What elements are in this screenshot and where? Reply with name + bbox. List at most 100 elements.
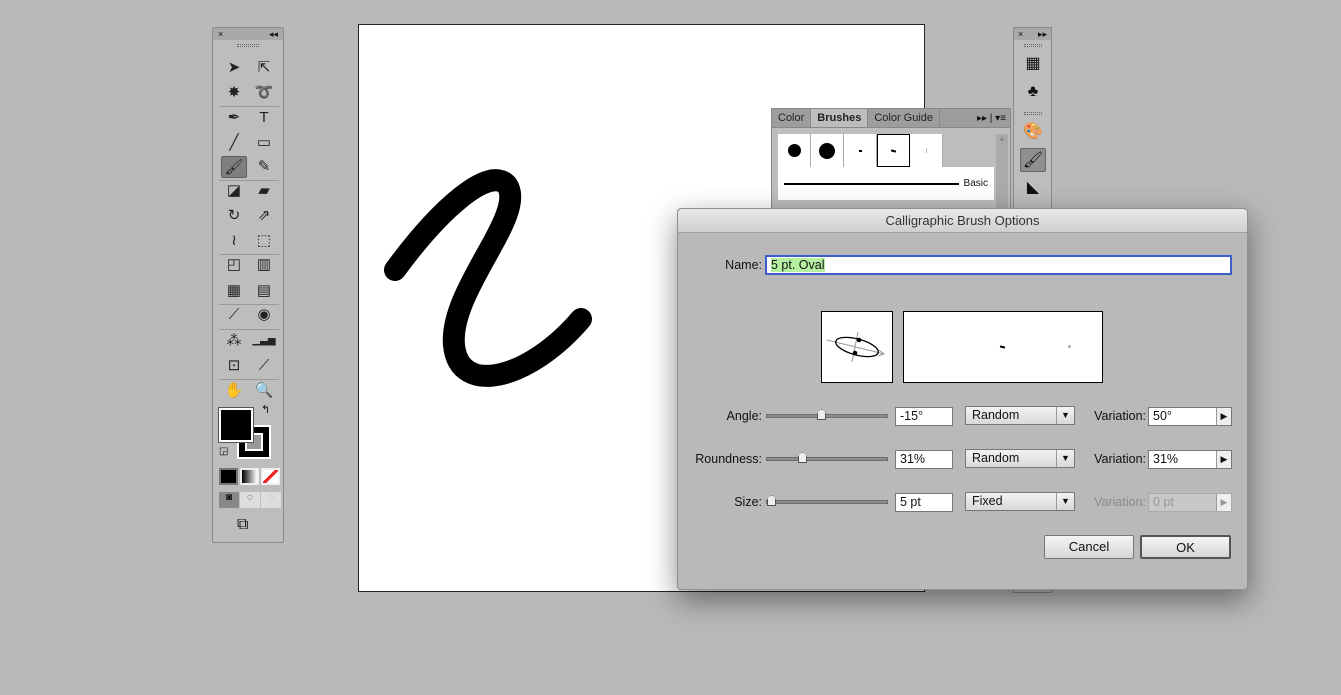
divider [219,106,279,107]
brush-shape-preview[interactable] [821,311,893,383]
rotate-tool-icon[interactable]: ↻ [221,205,247,227]
slider-thumb[interactable] [798,452,807,463]
close-icon[interactable]: × [1018,28,1023,40]
draw-normal-button[interactable]: ◙ [219,492,239,508]
brush-swatch[interactable] [778,134,811,167]
none-mode-button[interactable] [261,468,280,485]
tab-color[interactable]: Color [772,109,812,127]
symbols-icon[interactable]: ♣ [1020,80,1046,104]
roundness-slider[interactable] [766,452,888,463]
size-mode-select[interactable]: Fixed ▼ [965,492,1075,511]
paintbrush-tool-icon[interactable]: 🖌 [221,156,247,178]
cancel-button[interactable]: Cancel [1044,535,1134,559]
chevron-down-icon: ▼ [1056,493,1074,510]
eraser-tool-icon[interactable]: ▰ [251,180,277,202]
ok-button[interactable]: OK [1140,535,1231,559]
calligraphic-brush-options-dialog: Calligraphic Brush Options Name: 5 pt. O… [677,208,1248,590]
slider-thumb[interactable] [767,495,776,506]
divider [219,254,279,255]
roundness-variation-label: Variation: [1094,452,1146,466]
magic-wand-tool-icon[interactable]: ✸ [221,82,247,104]
size-variation-input: 0 pt ▶ [1148,493,1232,512]
size-label: Size: [734,495,762,509]
pencil-tool-icon[interactable]: ✎ [251,156,277,178]
tab-color-guide[interactable]: Color Guide [868,109,941,127]
close-icon[interactable]: × [218,28,223,40]
fill-swatch[interactable] [218,407,254,443]
blend-tool-icon[interactable]: ◉ [251,304,277,326]
tools-panel: × ◂◂ ➤ ⇱ ✸ ➰ ✒ T ╱ ▭ 🖌 ✎ ◪ ▰ ↻ ⇗ ≀ ⬚ ◰ ▥ ▦ ▤ ⟋ ◉ ⁂ ▁▃▅ ⊡ ⟋ ✋ 🔍 ↰ ◲ ◙… [212,27,284,543]
angle-label: Angle: [726,409,762,423]
type-tool-icon[interactable]: T [251,107,277,129]
angle-variation-label: Variation: [1094,409,1146,423]
shape-builder-tool-icon[interactable]: ◰ [221,254,247,276]
color-palette-icon[interactable]: 🎨 [1020,120,1046,144]
screen-mode-button[interactable]: ⧉ [237,516,248,534]
free-transform-tool-icon[interactable]: ⬚ [251,230,277,252]
brush-basic[interactable]: Basic [778,167,994,200]
slider-thumb[interactable] [817,409,826,420]
line-tool-icon[interactable]: ╱ [221,132,247,154]
roundness-variation-input[interactable]: 31% ▶ [1148,450,1232,469]
color-mode-button[interactable] [219,468,238,485]
tab-brushes[interactable]: Brushes [811,109,869,127]
slice-tool-icon[interactable]: ⟋ [251,355,277,377]
brush-swatch[interactable] [910,134,943,167]
column-graph-tool-icon[interactable]: ▁▃▅ [251,330,277,352]
angle-variation-input[interactable]: 50° ▶ [1148,407,1232,426]
chevron-down-icon: ▼ [1056,407,1074,424]
warp-tool-icon[interactable]: ≀ [221,230,247,252]
roundness-label: Roundness: [695,452,762,466]
swatches-icon[interactable]: ▦ [1020,52,1046,76]
size-variation-label: Variation: [1094,495,1146,509]
direct-selection-tool-icon[interactable]: ⇱ [251,57,277,79]
panel-menu-icon[interactable]: ▸▸ | ▾≡ [973,109,1010,127]
symbol-sprayer-tool-icon[interactable]: ⁂ [221,330,247,352]
hand-tool-icon[interactable]: ✋ [221,380,247,402]
mesh-tool-icon[interactable]: ▦ [221,280,247,302]
name-input[interactable]: 5 pt. Oval [765,255,1232,275]
scrollbar[interactable]: ▲ [996,134,1008,219]
gradient-mode-button[interactable] [240,468,259,485]
draw-behind-button[interactable]: ◌ [240,492,260,508]
divider [219,304,279,305]
angle-input[interactable]: -15° [895,407,953,426]
zoom-tool-icon[interactable]: 🔍 [251,380,277,402]
blob-brush-tool-icon[interactable]: ◪ [221,180,247,202]
size-input[interactable]: 5 pt [895,493,953,512]
brush-swatch[interactable] [811,134,844,167]
eyedropper-tool-icon[interactable]: ⟋ [221,304,247,326]
swap-fill-stroke-icon[interactable]: ↰ [261,403,270,416]
pen-tool-icon[interactable]: ✒ [221,107,247,129]
default-colors-icon[interactable]: ◲ [219,446,228,457]
lasso-tool-icon[interactable]: ➰ [251,82,277,104]
divider [219,379,279,380]
color-guide-icon[interactable]: ◣ [1020,176,1046,200]
brush-stroke-preview [903,311,1103,383]
scale-tool-icon[interactable]: ⇗ [251,205,277,227]
play-arrow-icon: ▶ [1216,494,1231,511]
selection-tool-icon[interactable]: ➤ [221,57,247,79]
brushes-panel: Color Brushes Color Guide ▸▸ | ▾≡ Basic … [771,108,1011,219]
collapse-icon[interactable]: ◂◂ [269,28,278,40]
rectangle-tool-icon[interactable]: ▭ [251,132,277,154]
perspective-grid-tool-icon[interactable]: ▥ [251,254,277,276]
panel-grip[interactable] [237,44,259,47]
roundness-mode-select[interactable]: Random ▼ [965,449,1075,468]
play-arrow-icon[interactable]: ▶ [1216,451,1231,468]
artboard-tool-icon[interactable]: ⊡ [221,355,247,377]
brush-swatch-selected[interactable] [877,134,910,167]
divider [219,180,279,181]
size-slider[interactable] [766,495,888,506]
gradient-tool-icon[interactable]: ▤ [251,280,277,302]
angle-slider[interactable] [766,409,888,420]
brush-swatch[interactable] [844,134,877,167]
draw-inside-button[interactable]: ◌ [261,492,281,508]
expand-icon[interactable]: ▸▸ [1038,28,1047,40]
play-arrow-icon[interactable]: ▶ [1216,408,1231,425]
brushes-icon[interactable]: 🖌 [1020,148,1046,172]
angle-mode-select[interactable]: Random ▼ [965,406,1075,425]
name-label: Name: [725,258,762,272]
divider [219,329,279,330]
roundness-input[interactable]: 31% [895,450,953,469]
